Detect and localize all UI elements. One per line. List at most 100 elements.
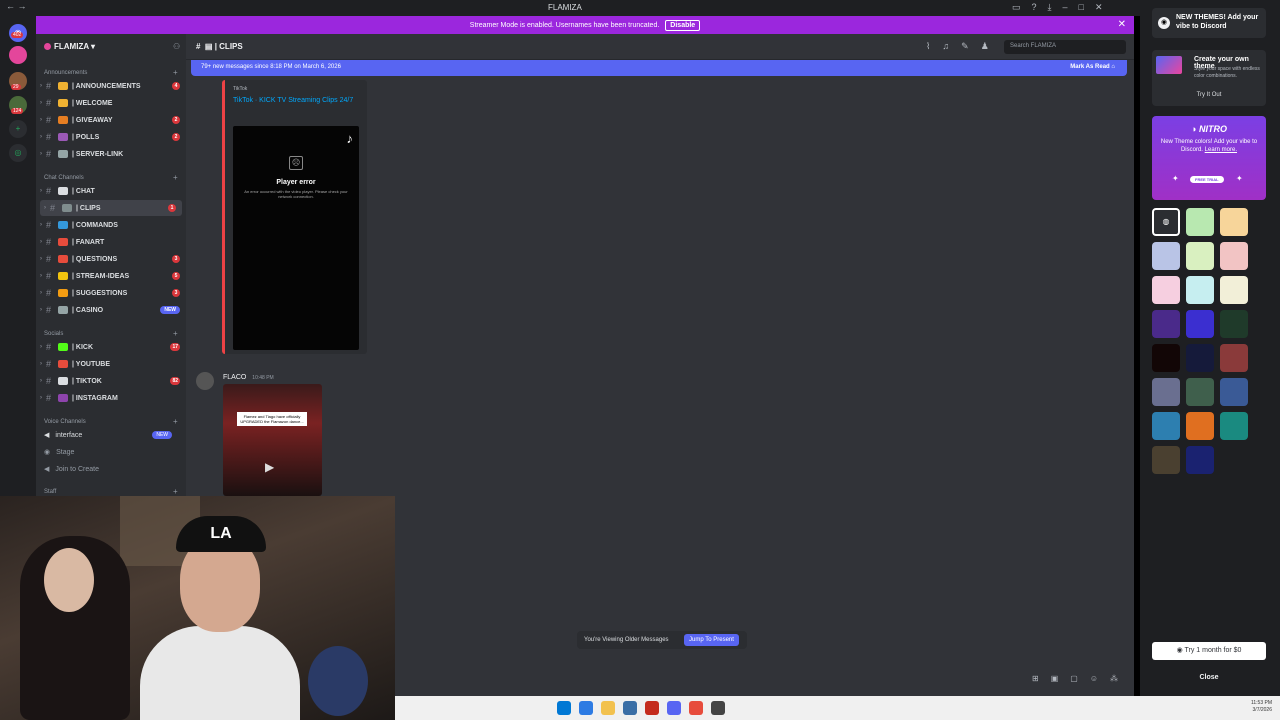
back-forward-icon[interactable]: ← → [6,1,27,11]
close-panel-button[interactable]: Close [1140,674,1278,681]
channel-item[interactable]: › # | QUESTIONS 3 [36,251,186,267]
author-name[interactable]: FLACO [223,374,246,381]
add-channel-icon[interactable]: + [173,173,178,182]
voice-channel-interface[interactable]: ◀ interface NEW [44,431,178,439]
theme-swatch[interactable] [1220,310,1248,338]
channel-item[interactable]: › # | YOUTUBE [36,356,186,372]
notification-bell-icon[interactable]: ♫ [942,41,949,52]
taskbar-app-icon[interactable] [579,701,593,715]
hash-icon: # [46,254,52,264]
learn-more-link[interactable]: Learn more. [1205,147,1237,153]
theme-swatch[interactable] [1186,208,1214,236]
taskbar-app-icon[interactable] [689,701,703,715]
category-staff[interactable]: Staff [44,489,56,495]
taskbar-app-icon[interactable] [667,701,681,715]
taskbar-app-icon[interactable] [601,701,615,715]
emoji-icon[interactable]: ☺ [1090,674,1098,683]
theme-swatch[interactable] [1220,344,1248,372]
sticker-icon[interactable]: ▢ [1070,674,1078,683]
theme-swatch[interactable] [1220,412,1248,440]
theme-swatch-selected[interactable]: ◍ [1152,208,1180,236]
mark-as-read-button[interactable]: Mark As Read ⌂ [1070,64,1115,70]
add-server-icon[interactable]: + [9,120,27,138]
add-channel-icon[interactable]: + [173,329,178,338]
server-name-header[interactable]: FLAMIZA ▾ [44,42,95,51]
disable-button[interactable]: Disable [665,19,701,31]
voice-channel-stage[interactable]: ◉ Stage [44,448,74,457]
close-banner-icon[interactable]: ✕ [1118,19,1126,30]
theme-swatch[interactable] [1186,344,1214,372]
channel-item[interactable]: › # | SUGGESTIONS 3 [36,285,186,301]
taskbar-app-icon[interactable] [557,701,571,715]
theme-swatch[interactable] [1220,276,1248,304]
add-member-icon[interactable]: ⚇ [173,42,180,51]
new-messages-bar[interactable]: 79+ new messages since 8:18 PM on March … [191,60,1127,76]
channel-item[interactable]: › # | WELCOME [36,95,186,111]
avatar[interactable] [196,372,214,390]
channel-item[interactable]: › # | INSTAGRAM [36,390,186,406]
explore-icon[interactable]: ◎ [9,144,27,162]
category-chat[interactable]: Chat Channels [44,175,84,181]
apps-icon[interactable]: ⁂ [1110,674,1118,683]
jump-to-present-button[interactable]: Jump To Present [684,634,739,646]
add-channel-icon[interactable]: + [173,68,178,77]
theme-swatch[interactable] [1186,446,1214,474]
download-icon[interactable]: ⤓ [1048,2,1052,13]
theme-swatch[interactable] [1152,344,1180,372]
add-channel-icon[interactable]: + [173,417,178,426]
theme-swatch[interactable] [1152,242,1180,270]
voice-channel-join[interactable]: ◀ Join to Create [44,465,99,474]
channel-item[interactable]: › # | STREAM-IDEAS 5 [36,268,186,284]
channel-item[interactable]: › # | ANNOUNCEMENTS 4 [36,78,186,94]
theme-swatch[interactable] [1186,310,1214,338]
category-voice[interactable]: Voice Channels [44,419,86,425]
threads-icon[interactable]: ⌇ [926,41,930,52]
member-list-icon[interactable]: ♟ [981,41,989,52]
theme-swatch[interactable] [1152,276,1180,304]
theme-swatch[interactable] [1152,412,1180,440]
channel-item[interactable]: › # | CASINO NEW [36,302,186,318]
screen-share-icon[interactable]: ▭ [1012,2,1021,13]
gif-icon[interactable]: ▣ [1051,674,1059,683]
theme-swatch[interactable] [1152,378,1180,406]
theme-swatch[interactable] [1186,412,1214,440]
try-one-month-button[interactable]: ◉ Try 1 month for $0 [1152,642,1266,660]
channel-item[interactable]: › # | CHAT [36,183,186,199]
taskbar-app-icon[interactable] [645,701,659,715]
embed-title-link[interactable]: TikTok · KICK TV Streaming Clips 24/7 [233,96,358,106]
channel-item[interactable]: › # | SERVER-LINK [36,146,186,162]
theme-swatch[interactable] [1220,378,1248,406]
channel-item[interactable]: › # | COMMANDS [36,217,186,233]
taskbar-app-icon[interactable] [711,701,725,715]
channel-item[interactable]: › # | TIKTOK 82 [36,373,186,389]
system-clock[interactable]: 11:53 PM 3/7/2026 [1251,700,1272,714]
theme-swatch[interactable] [1186,378,1214,406]
try-it-out-button[interactable]: Try It Out [1152,92,1266,98]
pin-icon[interactable]: ✎ [961,41,969,52]
maximize-icon[interactable]: □ [1079,2,1084,13]
close-window-icon[interactable]: ✕ [1095,2,1103,13]
play-icon[interactable]: ▶ [265,460,274,474]
channel-item[interactable]: › # | POLLS 2 [36,129,186,145]
help-icon[interactable]: ? [1032,2,1037,13]
theme-swatch[interactable] [1220,242,1248,270]
minimize-icon[interactable]: – [1063,2,1068,13]
theme-swatch[interactable] [1152,446,1180,474]
server-icon-flamiza[interactable] [9,46,27,64]
video-player[interactable]: ♪ ☹ Player error An error occurred with … [233,126,359,350]
theme-swatch[interactable] [1186,276,1214,304]
theme-swatch[interactable] [1186,242,1214,270]
category-announcements[interactable]: Announcements [44,70,87,76]
add-channel-icon[interactable]: + [173,487,178,496]
gift-icon[interactable]: ⊞ [1032,674,1039,683]
search-input[interactable]: Search FLAMIZA [1004,40,1126,54]
channel-item[interactable]: › # | GIVEAWAY 2 [36,112,186,128]
channel-item[interactable]: › # | CLIPS 1 [40,200,182,216]
channel-item[interactable]: › # | KICK 17 [36,339,186,355]
theme-swatch[interactable] [1152,310,1180,338]
theme-swatch[interactable] [1220,208,1248,236]
video-thumbnail[interactable]: Flamez and Tiago have officially UPGRADE… [223,384,322,496]
channel-item[interactable]: › # | FANART [36,234,186,250]
category-socials[interactable]: Socials [44,331,63,337]
taskbar-app-icon[interactable] [623,701,637,715]
